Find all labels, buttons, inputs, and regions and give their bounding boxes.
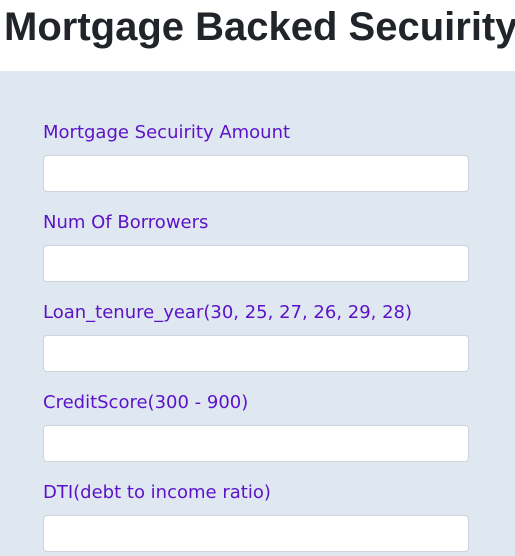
page: Mortgage Backed Secuirity Mortgage Secui… bbox=[0, 0, 515, 556]
loan-tenure-year-input[interactable] bbox=[43, 335, 469, 372]
credit-score-label: CreditScore(300 - 900) bbox=[43, 392, 249, 413]
dti-input[interactable] bbox=[43, 515, 469, 552]
credit-score-input[interactable] bbox=[43, 425, 469, 462]
num-of-borrowers-input[interactable] bbox=[43, 245, 469, 282]
dti-label: DTI(debt to income ratio) bbox=[43, 482, 271, 503]
loan-tenure-year-label: Loan_tenure_year(30, 25, 27, 26, 29, 28) bbox=[43, 302, 413, 323]
mortgage-form: Mortgage Secuirity Amount Num Of Borrowe… bbox=[0, 71, 515, 556]
mortgage-security-amount-label: Mortgage Secuirity Amount bbox=[43, 122, 291, 143]
page-title: Mortgage Backed Secuirity bbox=[4, 5, 515, 49]
num-of-borrowers-label: Num Of Borrowers bbox=[43, 212, 209, 233]
mortgage-security-amount-input[interactable] bbox=[43, 155, 469, 192]
